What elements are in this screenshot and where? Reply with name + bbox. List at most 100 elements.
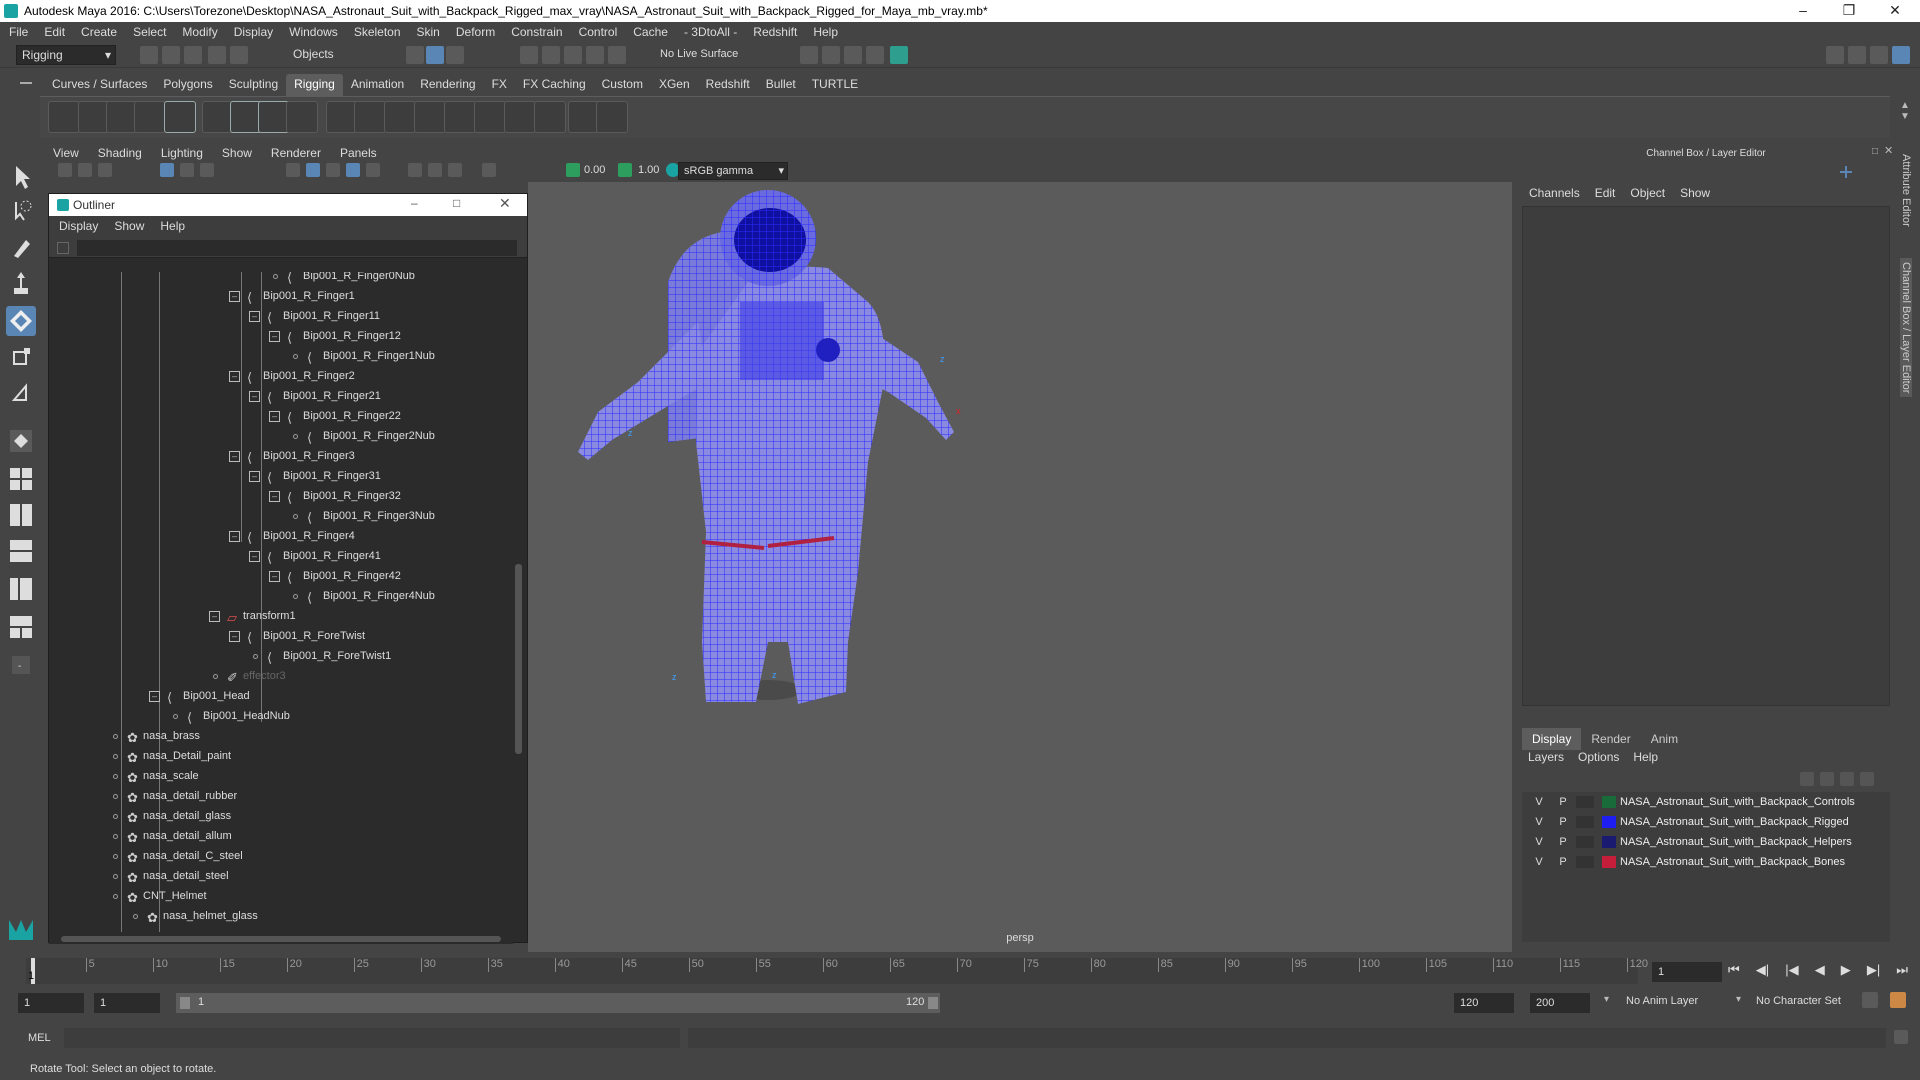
anim-layer-label[interactable]: No Anim Layer [1626,995,1698,1007]
bookmark-icon[interactable] [98,163,112,177]
outliner-row[interactable]: ✿ nasa_Detail_paint [49,746,509,766]
gamma-value[interactable]: 1.00 [638,164,659,176]
wireframe-icon[interactable] [286,163,300,177]
layer-row[interactable]: V P NASA_Astronaut_Suit_with_Backpack_Rigg… [1522,812,1888,832]
layout-four-icon[interactable] [6,500,36,530]
layer-tab-anim[interactable]: Anim [1641,728,1688,750]
shadows-icon[interactable] [408,163,422,177]
gamma-icon[interactable] [618,163,632,177]
outliner-row[interactable]: ✿ nasa_detail_glass [49,806,509,826]
outliner-minimize-button[interactable]: – [411,196,418,210]
outliner-row[interactable]: ✿ nasa_helmet_glass [49,906,509,926]
move-layer-up-icon[interactable] [1800,772,1814,786]
layer-name[interactable]: NASA_Astronaut_Suit_with_Backpack_Helper… [1620,832,1852,852]
selection-mask-dropdown[interactable]: Objects [288,45,378,65]
go-to-start-icon[interactable]: ⏮ [1728,962,1740,982]
channel-menu-edit[interactable]: Edit [1595,186,1616,200]
mel-label[interactable]: MEL [28,1032,51,1044]
motion-blur-icon[interactable] [448,163,462,177]
outliner-row[interactable]: – ⟨ Bip001_R_Finger4 [49,526,509,546]
layout-persp-icon[interactable] [6,612,36,642]
new-layer-selected-icon[interactable] [1860,772,1874,786]
channel-box-float-button[interactable]: □ [1872,146,1878,157]
layer-name[interactable]: NASA_Astronaut_Suit_with_Backpack_Rigged [1620,812,1849,832]
layer-color-swatch[interactable] [1602,856,1616,868]
menu-deform[interactable]: Deform [456,25,495,39]
shelf-tab-animation[interactable]: Animation [343,74,412,96]
snap-point-icon[interactable] [564,46,582,64]
camera-attrs-icon[interactable] [78,163,92,177]
menu-redshift[interactable]: Redshift [753,25,797,39]
shelf-tab-fx[interactable]: FX [484,74,515,96]
outliner-row[interactable]: – ▱ transform1 [49,606,509,626]
outliner-row[interactable]: ✐ effector3 [49,666,509,686]
layer-visibility-toggle[interactable]: V [1530,812,1548,832]
filter-icon[interactable] [57,242,69,254]
move-layer-down-icon[interactable] [1820,772,1834,786]
outliner-row[interactable]: – ⟨ Bip001_R_Finger21 [49,386,509,406]
channel-menu-channels[interactable]: Channels [1529,186,1580,200]
select-object-icon[interactable] [426,46,444,64]
snap-grid-icon[interactable] [520,46,538,64]
collapse-toggle-icon[interactable]: – [229,451,240,462]
outliner-menu-help[interactable]: Help [160,219,185,233]
collapse-toggle-icon[interactable]: – [249,471,260,482]
layer-type-toggle[interactable] [1576,856,1594,868]
anim-end-field[interactable]: 200 [1530,993,1590,1013]
color-space-dropdown[interactable]: sRGB gamma ▾ [678,162,788,180]
layer-menu-options[interactable]: Options [1578,750,1619,764]
collapse-toggle-icon[interactable]: – [229,631,240,642]
menu-control[interactable]: Control [579,25,618,39]
outliner-hscrollbar[interactable] [49,934,513,944]
layer-color-swatch[interactable] [1602,816,1616,828]
last-tool-icon[interactable] [6,378,36,408]
outliner-row[interactable]: ⟨ Bip001_R_Finger1Nub [49,346,509,366]
range-start-field[interactable]: 1 [94,993,160,1013]
ipr-render-icon[interactable] [844,46,862,64]
menu-cache[interactable]: Cache [633,25,668,39]
outliner-maximize-button[interactable]: □ [453,196,460,210]
outliner-row[interactable]: – ⟨ Bip001_R_Finger2 [49,366,509,386]
layer-row[interactable]: V P NASA_Astronaut_Suit_with_Backpack_Help… [1522,832,1888,852]
collapse-toggle-icon[interactable]: – [249,551,260,562]
menu-help[interactable]: Help [813,25,838,39]
script-editor-icon[interactable] [1894,1030,1908,1044]
auto-key-icon[interactable] [1862,992,1878,1008]
outliner-hscroll-thumb[interactable] [61,936,501,942]
outliner-row[interactable]: – ⟨ Bip001_R_Finger42 [49,566,509,586]
menuset-dropdown[interactable]: Rigging ▾ [16,45,116,65]
layer-color-swatch[interactable] [1602,836,1616,848]
layer-name[interactable]: NASA_Astronaut_Suit_with_Backpack_Bones [1620,852,1845,872]
layout-graph-icon[interactable] [6,536,36,566]
select-component-icon[interactable] [446,46,464,64]
camera-select-icon[interactable] [58,163,72,177]
wrap-shelf-icon[interactable] [444,101,476,133]
layout-single-icon[interactable] [6,464,36,494]
shelf-scroll-icon[interactable]: ▲ ▼ [1900,100,1910,122]
collapse-toggle-icon[interactable]: – [269,331,280,342]
manipulator-icon[interactable] [1840,166,1852,178]
layer-type-toggle[interactable] [1576,796,1594,808]
channel-menu-show[interactable]: Show [1680,186,1710,200]
collapse-toggle-icon[interactable]: – [249,311,260,322]
shelf-tab-sculpting[interactable]: Sculpting [221,74,286,96]
layer-row[interactable]: V P NASA_Astronaut_Suit_with_Backpack_Cont… [1522,792,1888,812]
outliner-row[interactable]: – ⟨ Bip001_R_Finger11 [49,306,509,326]
outliner-row[interactable]: – ⟨ Bip001_Head [49,686,509,706]
film-gate-icon[interactable] [180,163,194,177]
lights-icon[interactable] [366,163,380,177]
new-empty-layer-icon[interactable] [1840,772,1854,786]
outliner-row[interactable]: ✿ nasa_detail_steel [49,866,509,886]
outliner-search-input[interactable] [77,240,517,256]
snap-surface-icon[interactable] [608,46,626,64]
layer-type-toggle[interactable] [1576,836,1594,848]
wireframe-on-shaded-icon[interactable] [326,163,340,177]
outliner-row[interactable]: ⟨ Bip001_R_Finger4Nub [49,586,509,606]
shelf-tab-redshift[interactable]: Redshift [698,74,758,96]
outliner-row[interactable]: ⟨ Bip001_R_Finger3Nub [49,506,509,526]
outliner-row[interactable]: ✿ nasa_brass [49,726,509,746]
outliner-row[interactable]: ✿ nasa_detail_rubber [49,786,509,806]
ambient-occlusion-icon[interactable] [428,163,442,177]
lattice-shelf-icon[interactable] [384,101,416,133]
layer-visibility-toggle[interactable]: V [1530,852,1548,872]
